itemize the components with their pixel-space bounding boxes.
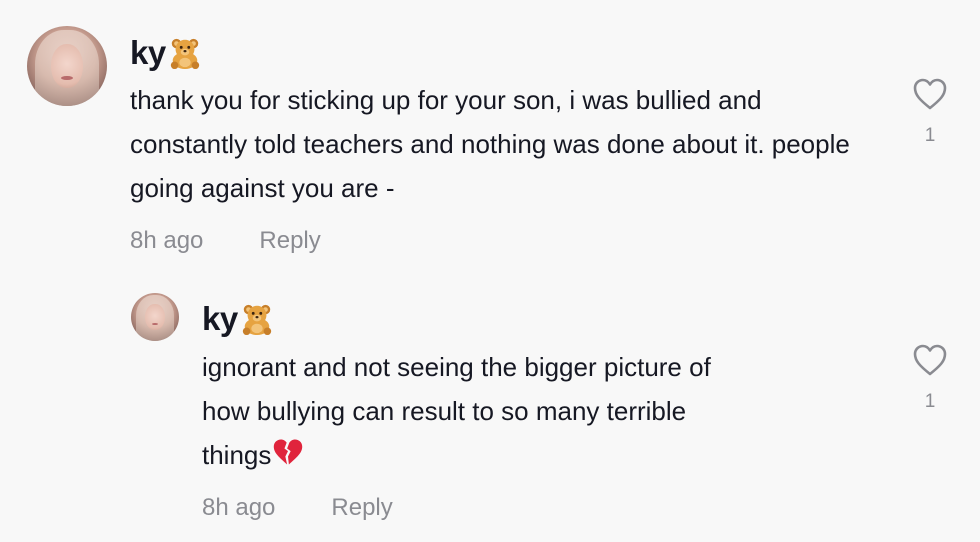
broken-heart-icon	[274, 439, 303, 465]
reply-button[interactable]: Reply	[259, 227, 320, 255]
comment-text-line: ignorant and not seeing the bigger pictu…	[202, 352, 711, 382]
comment-text-line: how bullying can result to so many terri…	[202, 396, 687, 426]
like-count: 1	[924, 125, 936, 146]
like-button[interactable]: 1	[910, 77, 950, 147]
comment-meta: 8h ago Reply	[202, 494, 393, 522]
heart-icon	[913, 344, 947, 376]
avatar[interactable]	[27, 26, 107, 106]
heart-icon	[913, 78, 947, 110]
teddy-bear-icon	[170, 38, 199, 70]
reply-button[interactable]: Reply	[331, 494, 392, 522]
comment-text: thank you for sticking up for your son, …	[130, 85, 850, 203]
comment-meta: 8h ago Reply	[130, 227, 321, 255]
teddy-bear-icon	[242, 304, 271, 336]
comment-text: ignorant and not seeing the bigger pictu…	[202, 345, 882, 477]
avatar[interactable]	[131, 293, 179, 341]
comment-time: 8h ago	[202, 494, 276, 521]
like-button[interactable]: 1	[910, 343, 950, 413]
comment-time: 8h ago	[130, 227, 204, 254]
comment-username[interactable]: ky	[202, 300, 274, 338]
like-count: 1	[924, 391, 936, 412]
comment-text-line: things	[202, 433, 882, 477]
comment-username[interactable]: ky	[130, 34, 202, 72]
